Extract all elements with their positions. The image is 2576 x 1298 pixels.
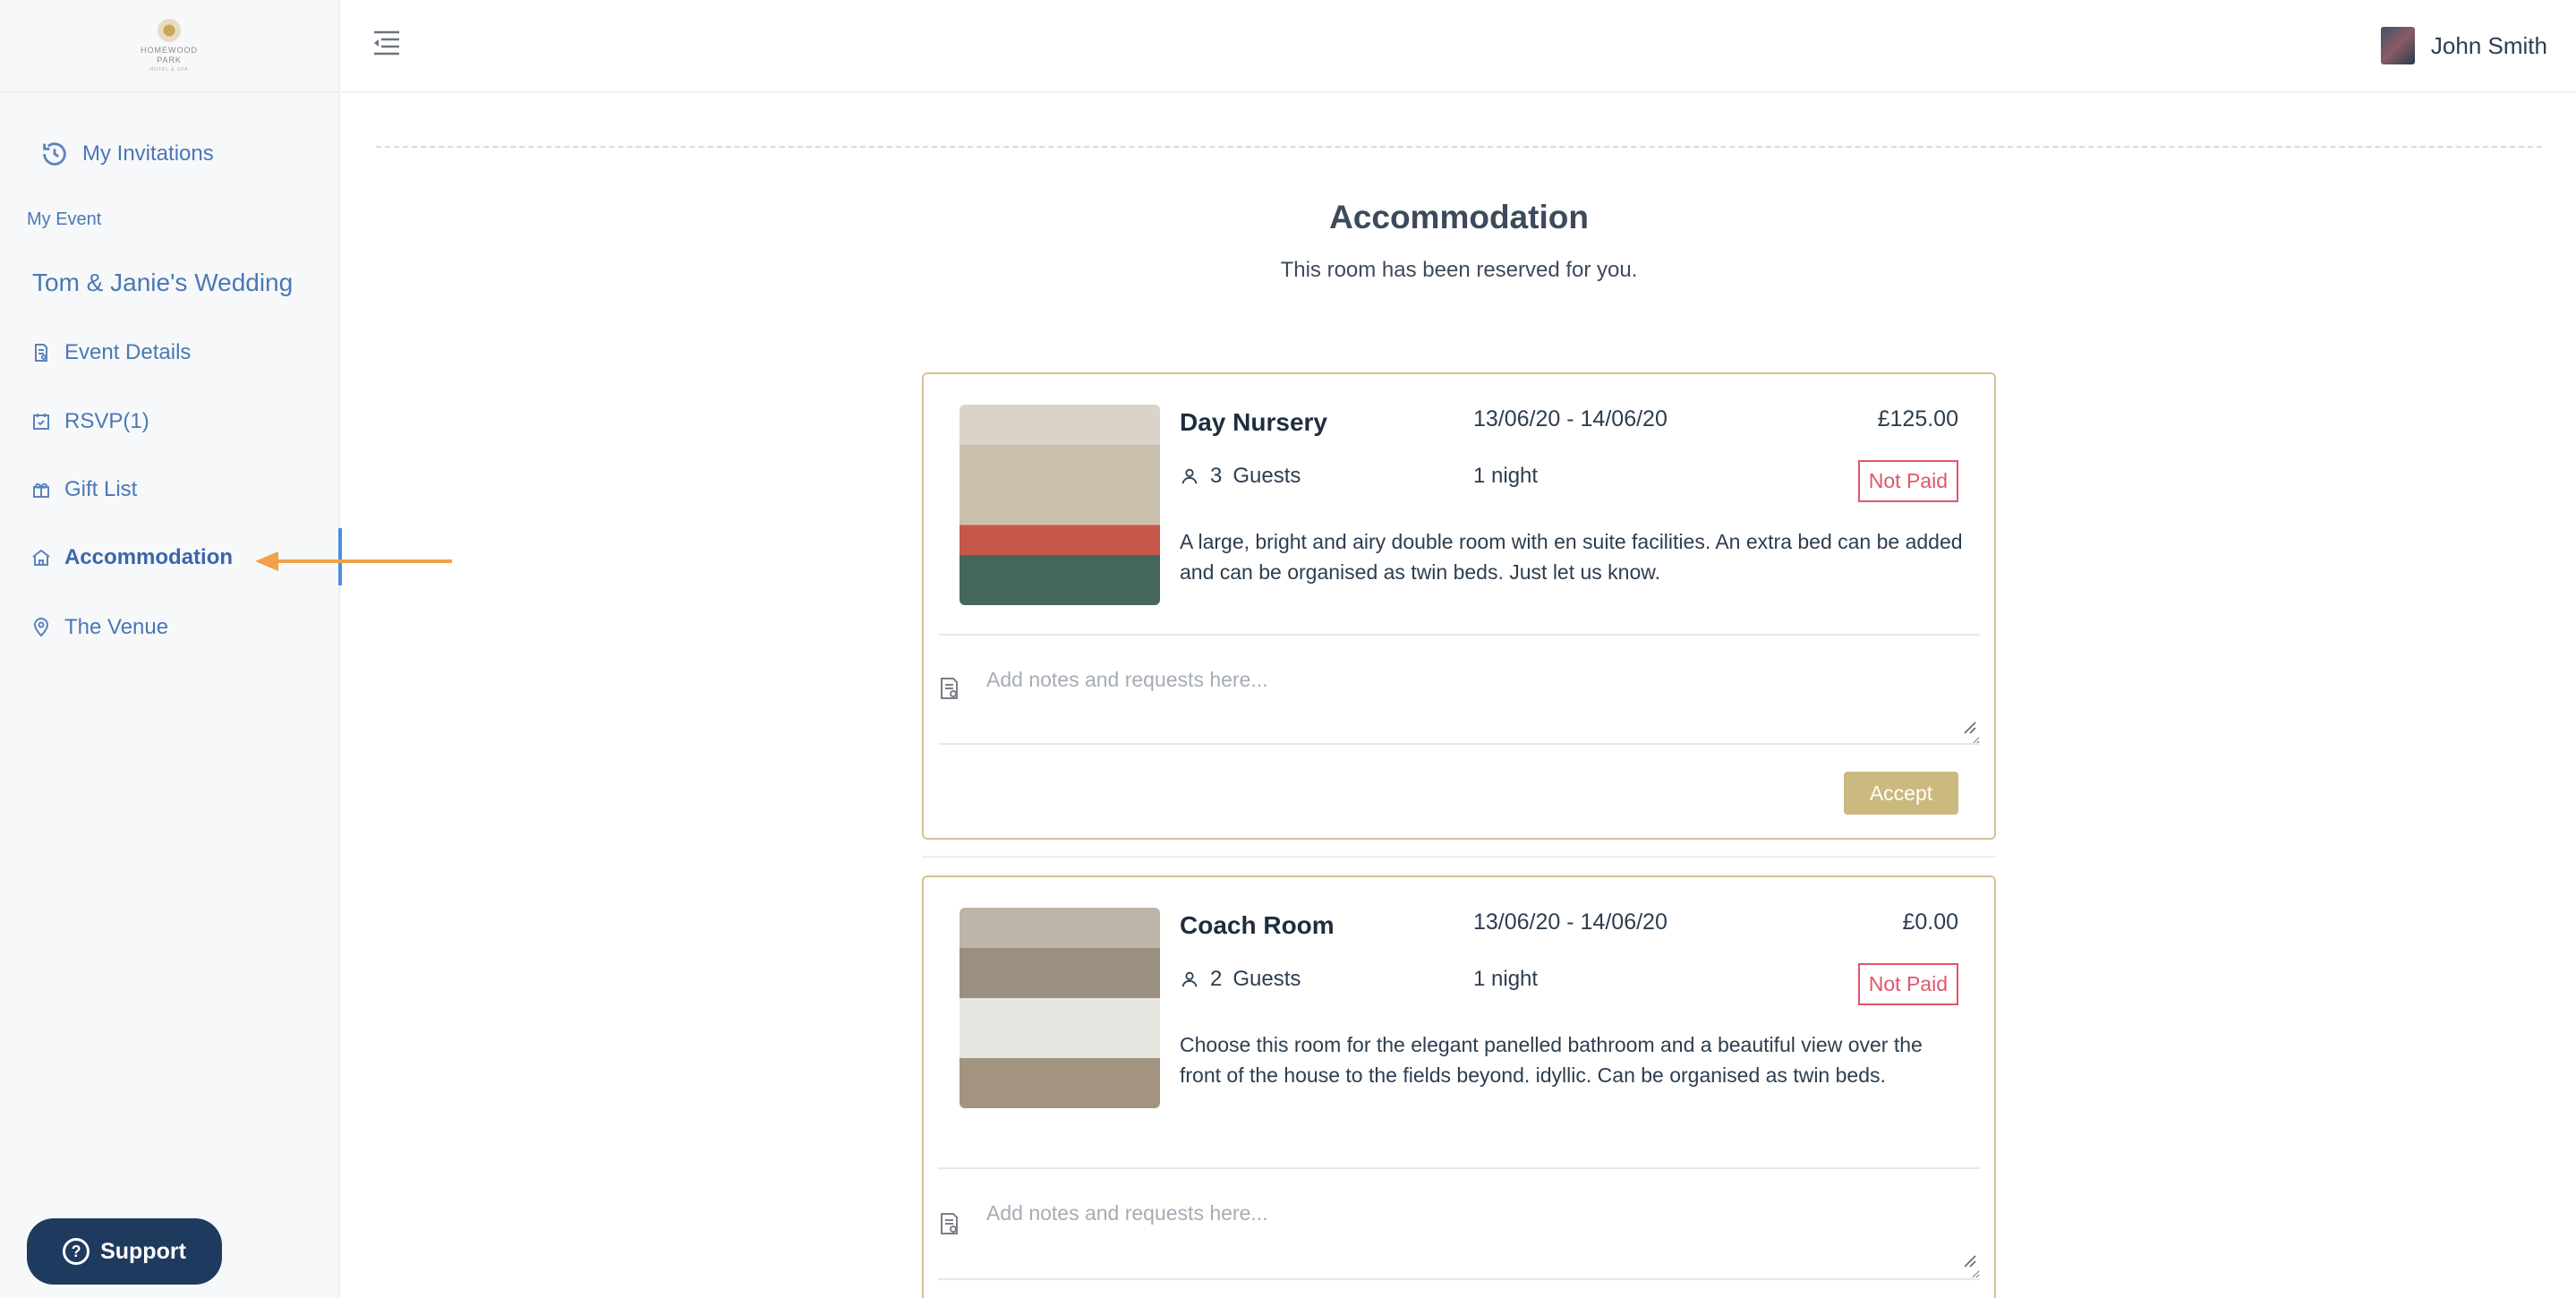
help-icon: ?: [63, 1238, 90, 1265]
sidebar-item-label: My Invitations: [82, 141, 214, 166]
dashed-divider: [376, 146, 2542, 148]
sidebar-item-rsvp[interactable]: RSVP(1): [30, 409, 149, 434]
page-title: Accommodation: [1329, 199, 1589, 235]
sidebar-item-label: Accommodation: [64, 545, 234, 569]
notes-icon: [941, 1213, 958, 1234]
annotation-arrow-icon: [255, 551, 452, 571]
sidebar-item-label: The Venue: [64, 615, 169, 639]
top-bar: John Smith: [342, 0, 2576, 93]
guests-count: 3: [1210, 464, 1223, 488]
resize-grip-icon[interactable]: [1962, 720, 1976, 734]
support-label: Support: [100, 1238, 186, 1264]
room-price: £0.00: [1902, 909, 1958, 935]
section-label-my-event: My Event: [27, 209, 102, 229]
room-price: £125.00: [1877, 406, 1958, 431]
room-dates: 13/06/20 - 14/06/20: [1473, 406, 1668, 431]
room-image: [960, 908, 1160, 1108]
divider: [922, 856, 1996, 858]
avatar: [2380, 27, 2415, 64]
divider: [938, 1167, 1980, 1169]
guests-count: 2: [1210, 967, 1223, 991]
home-icon: [32, 549, 50, 566]
sidebar-item-label: Event Details: [64, 340, 192, 364]
sidebar: HOMEWOOD PARK HOTEL & SPA My Invitations…: [0, 0, 340, 1298]
sidebar-item-event-details[interactable]: Event Details: [30, 340, 191, 365]
divider: [938, 634, 1980, 636]
guests-label: Guests: [1233, 464, 1301, 488]
logo-text: HOMEWOOD PARK HOTEL & SPA: [141, 46, 198, 75]
status-badge: Not Paid: [1857, 460, 1958, 502]
page-subtitle: This room has been reserved for you.: [1280, 258, 1638, 282]
logo[interactable]: HOMEWOOD PARK HOTEL & SPA: [133, 14, 205, 77]
logo-line2: PARK: [157, 55, 182, 64]
menu-collapse-icon[interactable]: [371, 27, 403, 59]
support-button[interactable]: ? Support: [27, 1218, 222, 1285]
logo-mark-icon: [156, 16, 183, 44]
map-pin-icon: [33, 618, 49, 637]
nights: 1 night: [1473, 967, 1539, 991]
logo-area: HOMEWOOD PARK HOTEL & SPA: [0, 0, 338, 93]
room-image: [960, 405, 1160, 605]
user-icon: [1181, 468, 1198, 484]
sidebar-item-my-invitations[interactable]: My Invitations: [39, 139, 214, 169]
room-name: Day Nursery: [1180, 408, 1327, 436]
logo-tagline: HOTEL & SPA: [149, 66, 189, 73]
clock-back-icon: [43, 142, 66, 166]
guests-label: Guests: [1233, 967, 1301, 991]
user-name: John Smith: [2430, 31, 2547, 59]
room-dates: 13/06/20 - 14/06/20: [1473, 909, 1668, 935]
status-badge: Not Paid: [1857, 963, 1958, 1005]
nights: 1 night: [1473, 464, 1539, 488]
divider: [938, 1278, 1980, 1280]
resize-grip-icon[interactable]: [1962, 1253, 1976, 1268]
notes-icon: [941, 678, 958, 699]
room-name: Coach Room: [1180, 911, 1335, 939]
room-card-coach-room: Coach Room 13/06/20 - 14/06/20 £0.00 2 G…: [922, 875, 1996, 1298]
gift-icon: [33, 482, 49, 498]
divider: [938, 743, 1980, 745]
user-menu[interactable]: John Smith: [2380, 27, 2547, 64]
calendar-check-icon: [33, 414, 49, 430]
room-description: A large, bright and airy double room wit…: [1180, 530, 1963, 584]
user-icon: [1181, 971, 1198, 987]
event-name[interactable]: Tom & Janie's Wedding: [32, 269, 293, 297]
guests-info: 2 Guests: [1180, 967, 1301, 992]
document-icon: [35, 344, 47, 362]
notes-input[interactable]: [986, 659, 1980, 745]
sidebar-item-label: Gift List: [64, 477, 138, 501]
sidebar-item-label: RSVP(1): [64, 409, 149, 433]
sidebar-item-accommodation[interactable]: Accommodation: [30, 545, 233, 570]
room-description: Choose this room for the elegant panelle…: [1180, 1033, 1923, 1087]
sidebar-item-the-venue[interactable]: The Venue: [30, 615, 168, 640]
room-card-day-nursery: Day Nursery 13/06/20 - 14/06/20 £125.00 …: [922, 372, 1996, 840]
logo-line1: HOMEWOOD: [141, 45, 198, 55]
guests-info: 3 Guests: [1180, 464, 1301, 489]
accept-button[interactable]: Accept: [1844, 772, 1958, 815]
notes-input[interactable]: [986, 1192, 1980, 1278]
sidebar-item-gift-list[interactable]: Gift List: [30, 477, 137, 502]
